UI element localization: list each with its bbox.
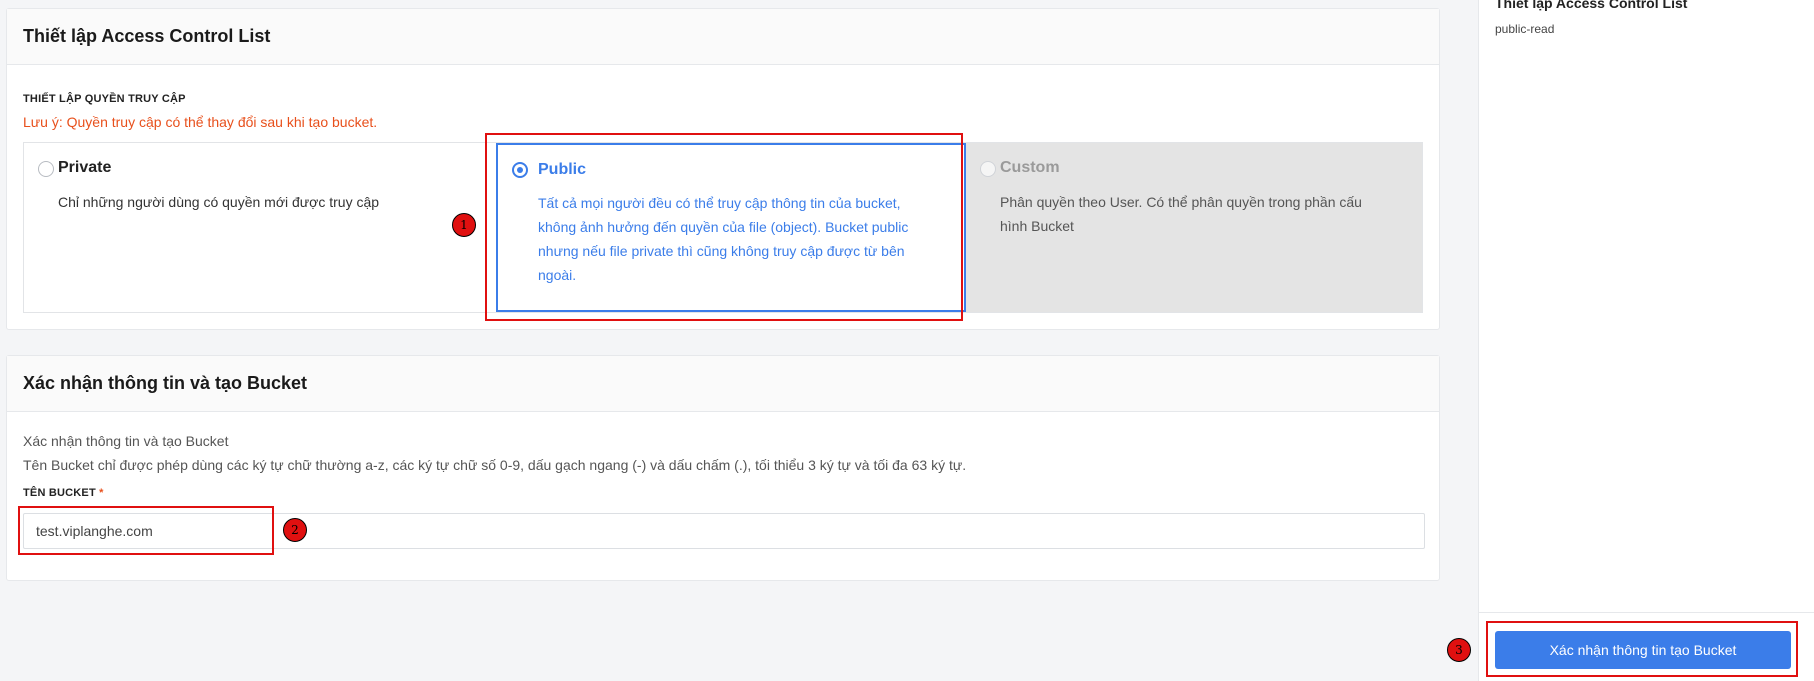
summary-sidebar: Thiết lập Access Control List public-rea… bbox=[1478, 0, 1814, 681]
confirm-panel-title: Xác nhận thông tin và tạo Bucket bbox=[23, 373, 308, 393]
confirm-panel: Xác nhận thông tin và tạo Bucket Xác nhậ… bbox=[6, 355, 1440, 581]
custom-option-title: Custom bbox=[1000, 159, 1060, 176]
custom-option-description: Phân quyền theo User. Có thể phân quyền … bbox=[1000, 194, 1362, 234]
annotation-marker-2: 2 bbox=[283, 518, 307, 542]
acl-warning-text: Lưu ý: Quyền truy cập có thể thay đổi sa… bbox=[23, 114, 378, 130]
acl-panel-header: Thiết lập Access Control List bbox=[7, 9, 1439, 65]
acl-option-custom[interactable]: Custom Phân quyền theo User. Có thể phân… bbox=[966, 143, 1422, 312]
private-option-description: Chỉ những người dùng có quyền mới được t… bbox=[58, 194, 380, 210]
acl-option-public[interactable]: Public Tất cả mọi người đều có thể truy … bbox=[496, 143, 966, 312]
private-option-title: Private bbox=[58, 159, 112, 176]
bucket-name-label: TÊN BUCKET * bbox=[23, 487, 104, 499]
public-radio[interactable] bbox=[512, 162, 528, 178]
sidebar-footer: Xác nhận thông tin tạo Bucket bbox=[1479, 612, 1814, 681]
confirm-panel-header: Xác nhận thông tin và tạo Bucket bbox=[7, 356, 1439, 412]
annotation-marker-3: 3 bbox=[1447, 638, 1471, 662]
bucket-name-input[interactable] bbox=[23, 513, 1425, 549]
custom-radio[interactable] bbox=[980, 161, 996, 177]
summary-acl-title: Thiết lập Access Control List bbox=[1495, 0, 1688, 11]
required-asterisk: * bbox=[99, 487, 104, 499]
bucket-name-label-text: TÊN BUCKET bbox=[23, 487, 96, 499]
summary-acl-value: public-read bbox=[1495, 22, 1555, 36]
annotation-marker-1: 1 bbox=[452, 213, 476, 237]
access-rights-heading: THIẾT LẬP QUYỀN TRUY CẬP bbox=[23, 93, 186, 105]
confirm-create-bucket-button[interactable]: Xác nhận thông tin tạo Bucket bbox=[1495, 631, 1791, 669]
bucket-name-rules-text: Tên Bucket chỉ được phép dùng các ký tự … bbox=[23, 457, 967, 473]
acl-option-private[interactable]: Private Chỉ những người dùng có quyền mớ… bbox=[24, 143, 496, 312]
private-radio[interactable] bbox=[38, 161, 54, 177]
confirm-intro-text: Xác nhận thông tin và tạo Bucket bbox=[23, 433, 229, 449]
public-option-title: Public bbox=[538, 161, 587, 178]
public-option-description: Tất cả mọi người đều có thể truy cập thô… bbox=[538, 195, 909, 283]
acl-panel-title: Thiết lập Access Control List bbox=[23, 26, 271, 46]
acl-panel: Thiết lập Access Control List THIẾT LẬP … bbox=[6, 8, 1440, 330]
acl-options: Private Chỉ những người dùng có quyền mớ… bbox=[23, 142, 1423, 313]
